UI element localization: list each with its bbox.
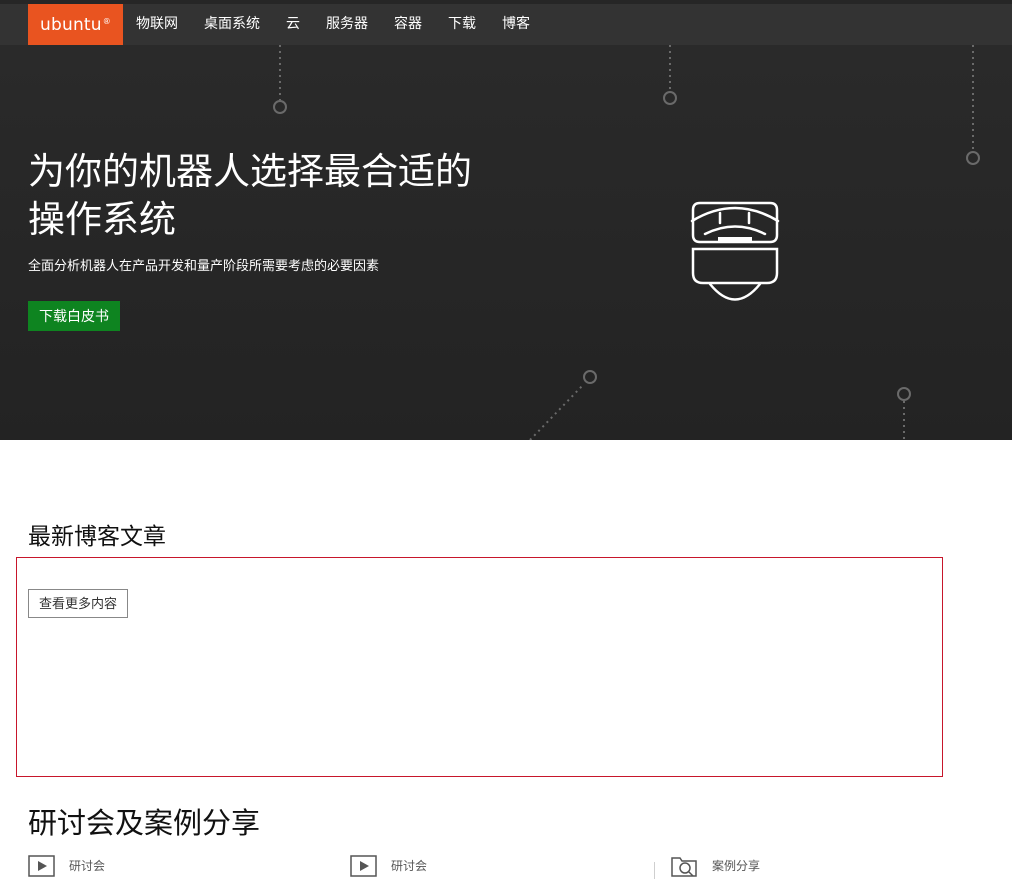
nav-item-blog[interactable]: 博客: [489, 4, 543, 45]
resource-webinar-2[interactable]: 研讨会: [350, 852, 427, 879]
resource-label: 研讨会: [69, 859, 106, 873]
webinars-section-heading: 研讨会及案例分享: [28, 806, 261, 840]
brand-name: ubuntu: [40, 14, 102, 35]
resource-webinar-1[interactable]: 研讨会: [28, 852, 105, 879]
download-whitepaper-button[interactable]: 下载白皮书: [28, 301, 120, 331]
folder-search-icon: [671, 856, 697, 877]
robot-mouth: [718, 237, 752, 243]
nav-menu: 物联网 桌面系统 云 服务器 容器 下载 博客: [123, 4, 543, 45]
resource-label: 案例分享: [712, 859, 761, 873]
navigation-bar: ubuntu ® 物联网 桌面系统 云 服务器 容器 下载 博客: [0, 4, 1012, 45]
view-more-button[interactable]: 查看更多内容: [28, 589, 129, 618]
hero-banner: 为你的机器人选择最合适的操作系统 全面分析机器人在产品开发和量产阶段所需要考虑的…: [0, 45, 1012, 440]
nav-item-containers[interactable]: 容器: [381, 4, 435, 45]
resource-case-study[interactable]: 案例分享: [671, 852, 760, 879]
ubuntu-logo[interactable]: ubuntu ®: [28, 4, 123, 45]
resource-label: 研讨会: [391, 859, 428, 873]
registered-mark: ®: [102, 17, 111, 26]
nav-item-server[interactable]: 服务器: [313, 4, 381, 45]
column-divider: [654, 862, 655, 879]
blog-posts-container: 查看更多内容: [16, 557, 943, 777]
nav-item-download[interactable]: 下载: [435, 4, 489, 45]
hero-title: 为你的机器人选择最合适的操作系统: [28, 150, 472, 241]
hero-subtitle: 全面分析机器人在产品开发和量产阶段所需要考虑的必要因素: [28, 259, 380, 274]
nav-item-cloud[interactable]: 云: [273, 4, 313, 45]
nav-item-iot[interactable]: 物联网: [123, 4, 191, 45]
blog-section-heading: 最新博客文章: [28, 524, 166, 550]
nav-item-desktop[interactable]: 桌面系统: [191, 4, 273, 45]
play-icon: [350, 854, 377, 877]
play-icon: [28, 854, 55, 877]
robot-icon: [690, 201, 780, 301]
